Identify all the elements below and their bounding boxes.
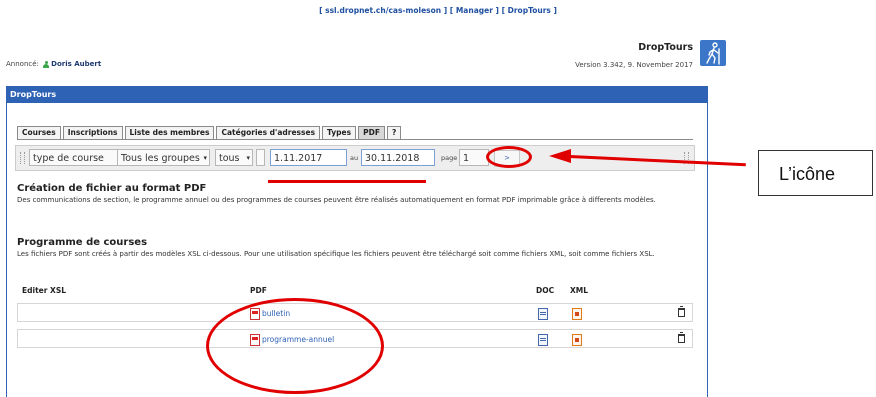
link-site[interactable]: [ ssl.dropnet.ch/cas-moleson ]	[319, 6, 447, 15]
tab-courses[interactable]: Courses	[17, 126, 61, 139]
date-picker-button[interactable]	[256, 149, 265, 166]
trash-icon[interactable]	[678, 306, 685, 317]
doc-download-icon[interactable]	[538, 334, 548, 346]
pdf-section-desc: Des communications de section, le progra…	[17, 196, 656, 204]
tab-bar: Courses Inscriptions Liste des membres C…	[17, 126, 403, 139]
header-xml: XML	[570, 286, 589, 295]
annotation-arrow-head	[549, 149, 571, 163]
programme-section-desc: Les fichiers PDF sont créés à partir des…	[17, 250, 655, 258]
annotation-circle-button	[486, 146, 532, 168]
header-editer-xsl: Editer XSL	[22, 286, 67, 295]
announce-user[interactable]: Doris Aubert	[51, 60, 101, 68]
date-separator-label: au	[350, 154, 359, 162]
page-label: page	[441, 154, 458, 162]
panel-header: DropTours	[6, 86, 707, 103]
brand-version: Version 3.342, 9. November 2017	[575, 61, 693, 69]
programme-section-title: Programme de courses	[17, 237, 148, 248]
tab-types[interactable]: Types	[322, 126, 357, 139]
announce-label: Annoncé:	[6, 60, 39, 68]
person-icon	[43, 60, 50, 68]
xml-download-icon[interactable]	[572, 308, 582, 320]
tab-divider	[17, 139, 693, 140]
annotation-underline	[268, 180, 426, 183]
pdf-section-title: Création de fichier au format PDF	[17, 183, 207, 194]
groups-select[interactable]: Tous les groupes	[117, 149, 210, 166]
trash-icon[interactable]	[678, 332, 685, 343]
doc-download-icon[interactable]	[538, 308, 548, 320]
tab-inscriptions[interactable]: Inscriptions	[62, 126, 123, 139]
link-droptours[interactable]: [ DropTours ]	[502, 6, 557, 15]
top-links: [ ssl.dropnet.ch/cas-moleson ] [ Manager…	[0, 6, 876, 20]
header-doc: DOC	[536, 286, 555, 295]
header-pdf: PDF	[250, 286, 267, 295]
toolbar-grip-left[interactable]	[20, 152, 25, 164]
tab-address-categories[interactable]: Catégories d'adresses	[216, 126, 321, 139]
link-manager[interactable]: [ Manager ]	[450, 6, 499, 15]
annotation-circle-pdf-list	[206, 298, 384, 394]
status-select[interactable]: tous	[215, 149, 253, 166]
page-field[interactable]: 1	[459, 149, 489, 166]
date-to-field[interactable]: 30.11.2018	[361, 149, 435, 166]
panel-title: DropTours	[10, 90, 57, 99]
tab-help[interactable]: ?	[386, 126, 402, 139]
tab-members[interactable]: Liste des membres	[124, 126, 215, 139]
xml-download-icon[interactable]	[572, 334, 582, 346]
hiker-logo-icon	[700, 40, 726, 66]
annotation-callout: L’icône	[758, 150, 873, 196]
announced-user: Annoncé: Doris Aubert	[6, 60, 101, 68]
course-type-select[interactable]: type de course	[29, 149, 124, 166]
date-from-field[interactable]: 1.11.2017	[270, 149, 347, 166]
tab-pdf[interactable]: PDF	[358, 126, 385, 139]
brand-name: DropTours	[638, 42, 693, 53]
